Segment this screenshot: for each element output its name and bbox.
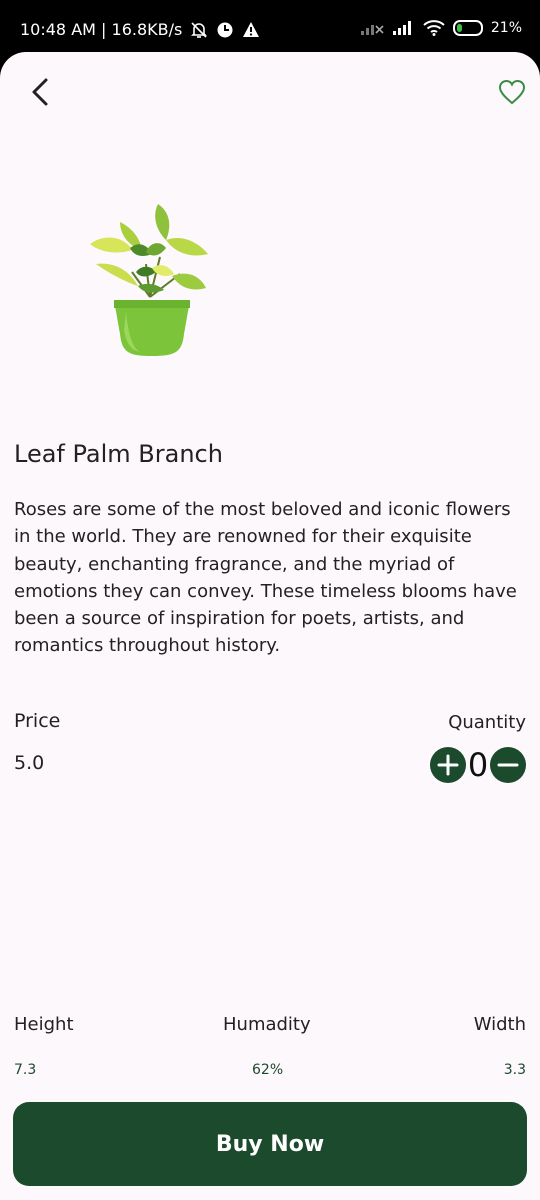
quantity-value: 0 xyxy=(467,746,489,784)
minus-icon xyxy=(497,763,519,767)
battery-icon xyxy=(452,20,483,36)
width-value: 3.3 xyxy=(503,1062,526,1078)
product-description: Roses are some of the most beloved and i… xyxy=(14,499,517,657)
data-saver-icon xyxy=(217,22,233,37)
status-bar: 10:48 AM | 16.8KB/s 21% xyxy=(0,0,540,52)
buy-now-button[interactable]: Buy Now xyxy=(13,1102,527,1186)
battery-percent: 21% xyxy=(490,20,522,36)
status-right: 21% xyxy=(360,20,522,36)
favorite-button[interactable] xyxy=(494,74,530,110)
height-label: Height xyxy=(14,1014,74,1035)
signal-no-service-icon xyxy=(360,25,384,35)
battery-level xyxy=(456,24,462,32)
height-value: 7.3 xyxy=(14,1062,37,1078)
increase-quantity-button[interactable] xyxy=(430,747,466,783)
product-image xyxy=(90,204,208,356)
quantity-label: Quantity xyxy=(448,712,526,733)
status-time-speed: 10:48 AM | 16.8KB/s xyxy=(20,20,183,39)
wifi-icon xyxy=(423,20,445,36)
product-detail-screen: Leaf Palm Branch Roses are some of the m… xyxy=(0,52,540,1200)
mute-bell-icon xyxy=(191,21,208,38)
back-button[interactable] xyxy=(22,74,58,110)
humidity-label: Humadity xyxy=(223,1014,311,1035)
price-value: 5.0 xyxy=(14,752,45,774)
signal-icon xyxy=(392,21,411,35)
heart-outline-icon xyxy=(498,79,526,105)
decrease-quantity-button[interactable] xyxy=(490,747,526,783)
warning-icon xyxy=(243,21,260,37)
quantity-stepper: 0 xyxy=(430,747,526,783)
width-label: Width xyxy=(473,1014,526,1035)
price-label: Price xyxy=(14,710,61,732)
status-left: 10:48 AM | 16.8KB/s xyxy=(20,20,260,39)
humidity-value: 62% xyxy=(252,1062,284,1078)
plus-icon xyxy=(437,754,459,776)
chevron-left-icon xyxy=(32,78,48,106)
product-title: Leaf Palm Branch xyxy=(14,440,223,468)
